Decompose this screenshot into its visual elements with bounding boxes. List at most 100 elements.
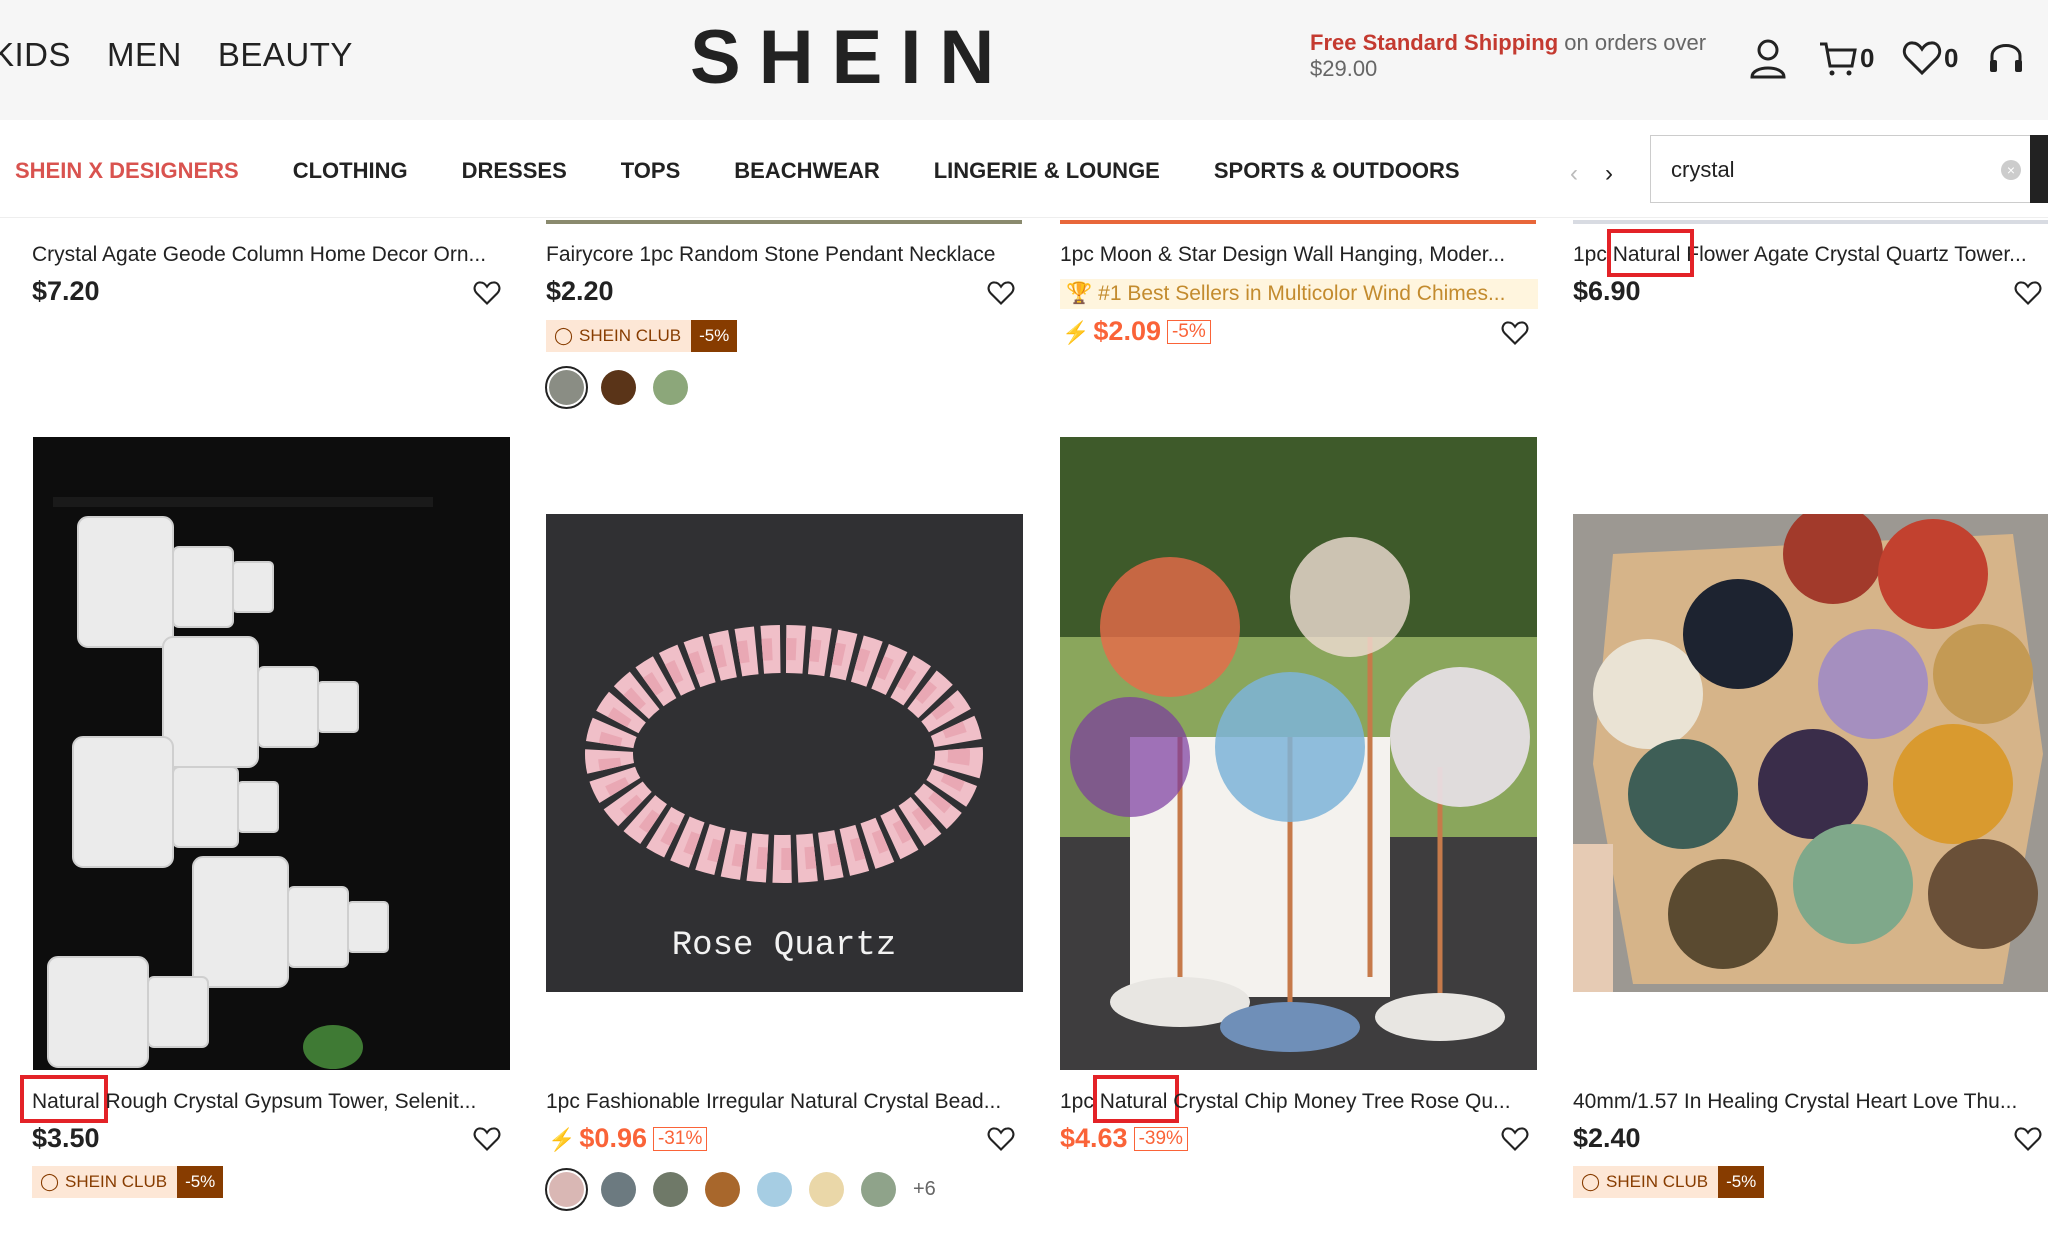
category-tops[interactable]: TOPS: [621, 158, 681, 184]
flash-sale-icon: ⚡: [1062, 320, 1090, 345]
clear-search-icon[interactable]: ×: [2001, 160, 2021, 180]
product-price: $2.20: [546, 276, 614, 306]
cart-button[interactable]: 0: [1818, 36, 1874, 80]
top-header: KIDS MEN BEAUTY SHEIN Free Standard Ship…: [0, 0, 2048, 120]
product-image-strip: [1573, 220, 2048, 224]
search-button[interactable]: [2030, 135, 2048, 203]
sale-price: $4.63: [1060, 1123, 1128, 1153]
club-discount: -5%: [177, 1166, 224, 1198]
top-nav: KIDS MEN BEAUTY: [0, 36, 353, 74]
shein-logo[interactable]: SHEIN: [690, 14, 1012, 101]
wishlist-heart-icon[interactable]: [2014, 1126, 2042, 1157]
search-input[interactable]: [1671, 152, 1971, 188]
color-swatches: [545, 366, 688, 409]
selenite-towers-image: [47, 497, 433, 1069]
wishlist-button[interactable]: 0: [1902, 36, 1958, 80]
category-dresses[interactable]: DRESSES: [462, 158, 567, 184]
color-swatch[interactable]: [545, 366, 588, 409]
account-icon[interactable]: [1748, 36, 1788, 80]
wishlist-heart-icon[interactable]: [1501, 1126, 1529, 1157]
club-label: SHEIN CLUB: [579, 326, 682, 345]
heart-icon: [1902, 41, 1942, 76]
best-seller-text: #1 Best Sellers in Multicolor Wind Chime…: [1098, 282, 1506, 305]
product-title[interactable]: 1pc Moon & Star Design Wall Hanging, Mod…: [1060, 243, 1538, 267]
club-label: SHEIN CLUB: [65, 1172, 168, 1191]
image-caption: Rose Quartz: [672, 927, 896, 965]
sale-price: $2.09: [1093, 316, 1161, 346]
product-price: $6.90: [1573, 276, 1641, 306]
product-price: $7.20: [32, 276, 100, 306]
wishlist-heart-icon[interactable]: [987, 1126, 1015, 1157]
search-box[interactable]: ×: [1650, 135, 2040, 203]
best-seller-badge[interactable]: 🏆 #1 Best Sellers in Multicolor Wind Chim…: [1060, 279, 1538, 309]
color-swatch[interactable]: [861, 1172, 896, 1207]
product-title[interactable]: Crystal Agate Geode Column Home Decor Or…: [32, 243, 512, 267]
shein-club-badge: ◯ SHEIN CLUB -5%: [546, 320, 738, 352]
product-image-strip: [1060, 220, 1536, 224]
shipping-text: on orders over: [1558, 30, 1707, 55]
club-discount: -5%: [691, 320, 738, 352]
product-price: ⚡ $0.96 -31%: [548, 1123, 708, 1154]
nav-beauty[interactable]: BEAUTY: [218, 36, 353, 74]
nav-men[interactable]: MEN: [107, 36, 182, 74]
product-price: $2.40: [1573, 1123, 1641, 1153]
wishlist-heart-icon[interactable]: [473, 1126, 501, 1157]
more-colors[interactable]: +6: [913, 1178, 936, 1201]
wishlist-heart-icon[interactable]: [987, 280, 1015, 311]
shipping-highlight: Free Standard Shipping: [1310, 30, 1559, 55]
chevron-left-icon[interactable]: ‹: [1570, 160, 1578, 188]
club-discount: -5%: [1718, 1166, 1765, 1198]
category-list: SHEIN X DESIGNERS CLOTHING DRESSES TOPS …: [15, 158, 1460, 184]
wishlist-heart-icon[interactable]: [2014, 280, 2042, 311]
color-swatch[interactable]: [653, 1172, 688, 1207]
product-title[interactable]: Natural Rough Crystal Gypsum Tower, Sele…: [32, 1090, 512, 1114]
cart-icon: [1820, 42, 1857, 76]
chevron-right-icon[interactable]: ›: [1605, 160, 1613, 188]
product-price: $4.63 -39%: [1060, 1123, 1188, 1154]
product-image[interactable]: Rose Quartz: [546, 514, 1023, 992]
sale-price: $0.96: [579, 1123, 647, 1153]
wishlist-count: 0: [1944, 42, 1959, 73]
club-icon: ◯: [554, 326, 574, 345]
color-swatches: +6: [545, 1168, 936, 1211]
money-tree-image: [1060, 437, 1537, 1070]
title-highlight: Natural: [32, 1090, 100, 1113]
color-swatch[interactable]: [545, 1168, 588, 1211]
category-beachwear[interactable]: BEACHWEAR: [734, 158, 879, 184]
product-title[interactable]: Fairycore 1pc Random Stone Pendant Neckl…: [546, 243, 1026, 267]
product-image[interactable]: [33, 437, 510, 1070]
support-icon[interactable]: [1988, 36, 2024, 80]
title-highlight: Natural: [1099, 1090, 1168, 1113]
club-icon: ◯: [40, 1172, 60, 1191]
category-sports-outdoors[interactable]: SPORTS & OUTDOORS: [1214, 158, 1460, 184]
color-swatch[interactable]: [705, 1172, 740, 1207]
product-title[interactable]: 1pc Fashionable Irregular Natural Crysta…: [546, 1090, 1024, 1114]
product-price: $3.50: [32, 1123, 100, 1153]
color-swatch[interactable]: [809, 1172, 844, 1207]
bracelet-image: Rose Quartz: [585, 625, 983, 965]
color-swatch[interactable]: [601, 1172, 636, 1207]
discount-badge: -5%: [1166, 320, 1211, 344]
product-title[interactable]: 40mm/1.57 In Healing Crystal Heart Love …: [1573, 1090, 2048, 1114]
shipping-banner[interactable]: Free Standard Shipping on orders over $2…: [1310, 30, 1706, 82]
category-shein-x-designers[interactable]: SHEIN X DESIGNERS: [15, 158, 239, 184]
product-price: ⚡ $2.09 -5%: [1062, 316, 1211, 347]
cart-count: 0: [1860, 42, 1875, 73]
club-icon: ◯: [1581, 1172, 1601, 1191]
nav-kids[interactable]: KIDS: [0, 36, 71, 74]
medal-icon: 🏆: [1066, 282, 1093, 305]
wishlist-heart-icon[interactable]: [473, 280, 501, 311]
discount-badge: -31%: [652, 1127, 708, 1151]
product-image-strip: [546, 220, 1022, 224]
category-lingerie-lounge[interactable]: LINGERIE & LOUNGE: [934, 158, 1160, 184]
color-swatch[interactable]: [653, 370, 688, 405]
product-image[interactable]: [1060, 437, 1537, 1070]
color-swatch[interactable]: [757, 1172, 792, 1207]
product-title[interactable]: 1pc Natural Crystal Chip Money Tree Rose…: [1060, 1090, 1538, 1114]
category-clothing[interactable]: CLOTHING: [293, 158, 408, 184]
wishlist-heart-icon[interactable]: [1501, 320, 1529, 351]
product-image[interactable]: [1573, 514, 2048, 992]
color-swatch[interactable]: [601, 370, 636, 405]
product-title[interactable]: 1pc Natural Flower Agate Crystal Quartz …: [1573, 243, 2048, 267]
shein-club-badge: ◯ SHEIN CLUB -5%: [1573, 1166, 1765, 1198]
